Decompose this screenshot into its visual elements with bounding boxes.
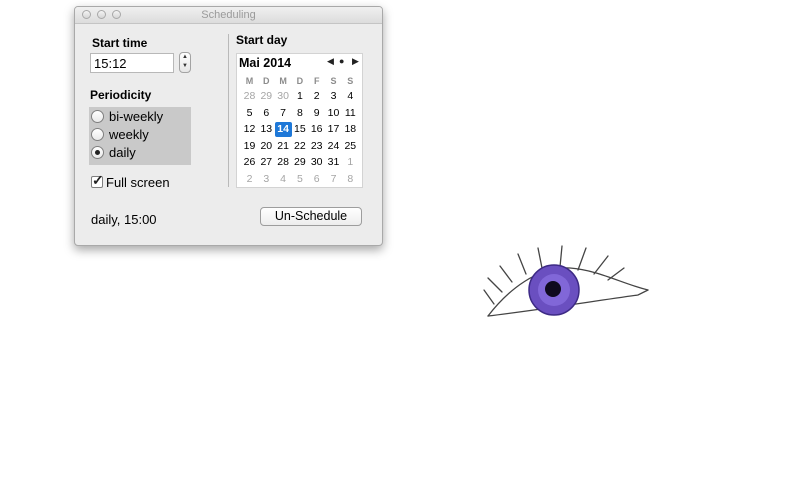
- weekday-label: S: [330, 76, 337, 86]
- calendar-day[interactable]: 9: [308, 106, 325, 121]
- weekday-label: M: [279, 76, 287, 86]
- weekday-label: D: [296, 76, 304, 86]
- periodicity-radio-group: bi-weekly weekly daily: [89, 107, 191, 165]
- radio-button[interactable]: [91, 128, 104, 141]
- calendar-day[interactable]: 3: [325, 89, 342, 104]
- calendar-week-row: 2345678: [237, 172, 364, 188]
- calendar-day-selected[interactable]: 14: [274, 122, 292, 138]
- eyelash: [517, 253, 527, 275]
- calendar-week-row: 5 6 7 8 9 10 11: [237, 106, 364, 122]
- eyelash: [537, 247, 543, 269]
- calendar-day[interactable]: 19: [241, 139, 258, 154]
- title-bar[interactable]: Scheduling: [75, 7, 382, 24]
- calendar-day[interactable]: 3: [258, 172, 275, 187]
- eyelash: [559, 245, 563, 268]
- eyelash: [499, 265, 513, 283]
- periodicity-label: Periodicity: [90, 88, 152, 102]
- calendar-day[interactable]: 7: [275, 106, 292, 121]
- radio-label: weekly: [109, 127, 149, 142]
- calendar-day[interactable]: 2: [241, 172, 258, 187]
- calendar-day[interactable]: 21: [275, 139, 292, 154]
- calendar-day[interactable]: 29: [258, 89, 275, 104]
- calendar-day[interactable]: 27: [258, 155, 275, 170]
- weekday-label: M: [245, 76, 254, 86]
- calendar-day[interactable]: 8: [291, 106, 308, 121]
- weekday-label: F: [313, 76, 320, 86]
- eyelash: [607, 267, 625, 281]
- calendar-week-row: 26 27 28 29 30 31 1: [237, 155, 364, 171]
- checkmark-icon: ✓: [92, 172, 104, 188]
- eyelash: [577, 247, 587, 271]
- stepper-up-icon[interactable]: ▲: [180, 53, 190, 62]
- calendar-day[interactable]: 25: [342, 139, 359, 154]
- status-text: daily, 15:00: [91, 212, 157, 227]
- today-dot-icon[interactable]: ●: [339, 56, 344, 66]
- calendar-day[interactable]: 20: [258, 139, 275, 154]
- eyelash: [483, 289, 495, 305]
- calendar-day[interactable]: 22: [291, 139, 308, 154]
- calendar-day[interactable]: 30: [275, 89, 292, 104]
- weekday-header: MDMDFSS: [237, 76, 364, 88]
- eye-illustration: [483, 245, 649, 317]
- calendar-day[interactable]: 1: [342, 155, 359, 170]
- calendar-day[interactable]: 1: [291, 89, 308, 104]
- calendar-week-row: 12 13 14 15 16 17 18: [237, 122, 364, 138]
- scheduling-window: Scheduling Start time 15:12 ▲ ▼ Periodic…: [74, 6, 383, 246]
- calendar-day[interactable]: 31: [325, 155, 342, 170]
- full-screen-checkbox[interactable]: ✓: [91, 172, 104, 188]
- calendar-month-label: Mai 2014: [239, 56, 292, 70]
- start-time-label: Start time: [92, 36, 148, 50]
- pupil: [545, 281, 561, 297]
- radio-label: daily: [109, 145, 136, 160]
- calendar-day[interactable]: 7: [325, 172, 342, 187]
- calendar-day[interactable]: 5: [241, 106, 258, 121]
- calendar-day[interactable]: 28: [275, 155, 292, 170]
- calendar-day[interactable]: 11: [342, 106, 359, 121]
- start-day-label: Start day: [236, 33, 288, 47]
- calendar-day[interactable]: 26: [241, 155, 258, 170]
- radio-label: bi-weekly: [109, 109, 164, 124]
- vertical-divider: [228, 34, 229, 187]
- full-screen-label[interactable]: Full screen: [106, 175, 170, 190]
- calendar-day[interactable]: 28: [241, 89, 258, 104]
- calendar-day[interactable]: 5: [291, 172, 308, 187]
- eyelash: [593, 255, 609, 275]
- calendar-day[interactable]: 16: [308, 122, 325, 137]
- calendar-day[interactable]: 15: [291, 122, 308, 137]
- previous-month-icon[interactable]: ◀: [327, 56, 334, 67]
- time-stepper[interactable]: ▲ ▼: [179, 52, 191, 73]
- weekday-label: S: [347, 76, 354, 86]
- calendar-day[interactable]: 8: [342, 172, 359, 187]
- start-time-field[interactable]: 15:12: [90, 53, 174, 73]
- weekday-label: D: [263, 76, 270, 86]
- calendar-day[interactable]: 24: [325, 139, 342, 154]
- date-picker-calendar[interactable]: Mai 2014 ◀ ● ▶ MDMDFSS 28 29 30 1 2 3 4 5 6 7 8 9 10…: [236, 53, 363, 188]
- calendar-day[interactable]: 6: [308, 172, 325, 187]
- next-month-icon[interactable]: ▶: [352, 56, 359, 67]
- calendar-day[interactable]: 18: [342, 122, 359, 137]
- stepper-down-icon[interactable]: ▼: [180, 62, 190, 71]
- unschedule-button[interactable]: Un-Schedule: [260, 207, 362, 226]
- radio-button[interactable]: [91, 146, 104, 159]
- calendar-day[interactable]: 12: [241, 122, 258, 137]
- calendar-day[interactable]: 13: [258, 122, 275, 137]
- calendar-day[interactable]: 2: [308, 89, 325, 104]
- calendar-day[interactable]: 4: [275, 172, 292, 187]
- calendar-day[interactable]: 17: [325, 122, 342, 137]
- calendar-day[interactable]: 23: [308, 139, 325, 154]
- radio-button[interactable]: [91, 110, 104, 123]
- calendar-day[interactable]: 6: [258, 106, 275, 121]
- calendar-day[interactable]: 29: [291, 155, 308, 170]
- eyelash: [487, 277, 503, 293]
- calendar-day[interactable]: 10: [325, 106, 342, 121]
- calendar-day[interactable]: 30: [308, 155, 325, 170]
- calendar-day[interactable]: 4: [342, 89, 359, 104]
- calendar-week-row: 28 29 30 1 2 3 4: [237, 89, 364, 105]
- calendar-week-row: 19 20 21 22 23 24 25: [237, 139, 364, 155]
- window-title: Scheduling: [201, 9, 256, 21]
